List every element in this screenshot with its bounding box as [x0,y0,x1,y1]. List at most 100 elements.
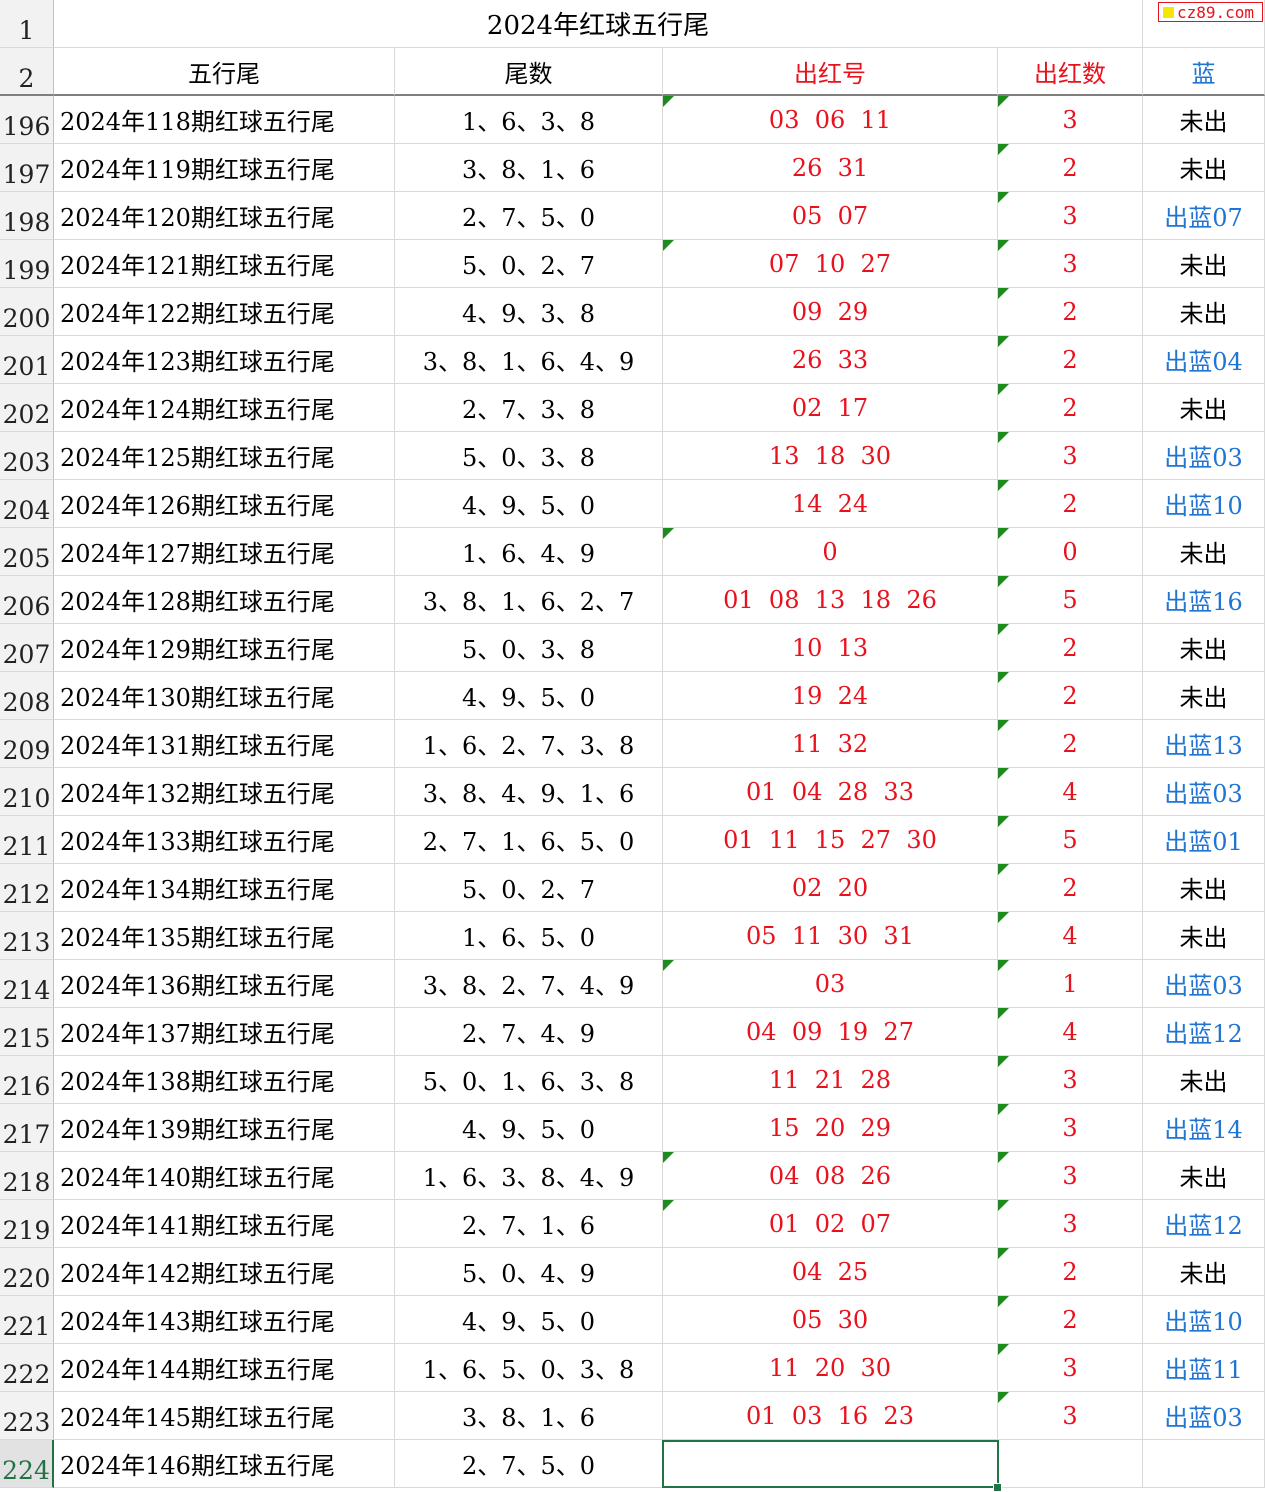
row-header-198[interactable]: 198 [0,192,54,240]
cell-tail[interactable]: 5、0、3、8 [395,624,663,672]
row-header-214[interactable]: 214 [0,960,54,1008]
cell-period[interactable]: 2024年143期红球五行尾 [54,1296,395,1344]
cell-period[interactable]: 2024年123期红球五行尾 [54,336,395,384]
cell-period[interactable]: 2024年124期红球五行尾 [54,384,395,432]
cell-tail[interactable]: 4、9、3、8 [395,288,663,336]
cell-blue[interactable]: 未出 [1143,1248,1265,1296]
cell-blue[interactable]: 未出 [1143,624,1265,672]
cell-blue[interactable]: 未出 [1143,384,1265,432]
cell-red-numbers[interactable]: 0 [663,528,998,576]
cell-period[interactable]: 2024年120期红球五行尾 [54,192,395,240]
cell-blue[interactable]: 未出 [1143,1152,1265,1200]
cell-blue[interactable]: 出蓝03 [1143,432,1265,480]
cell-period[interactable]: 2024年127期红球五行尾 [54,528,395,576]
cell-period[interactable]: 2024年145期红球五行尾 [54,1392,395,1440]
cell-blue[interactable] [1143,1440,1265,1488]
cell-red-count[interactable]: 3 [998,96,1143,144]
row-header-204[interactable]: 204 [0,480,54,528]
cell-blue[interactable]: 出蓝11 [1143,1344,1265,1392]
cell-red-numbers[interactable]: 07 10 27 [663,240,998,288]
row-header-206[interactable]: 206 [0,576,54,624]
cell-blue[interactable]: 未出 [1143,1056,1265,1104]
cell-red-numbers[interactable]: 01 08 13 18 26 [663,576,998,624]
cell-period[interactable]: 2024年122期红球五行尾 [54,288,395,336]
cell-tail[interactable]: 2、7、3、8 [395,384,663,432]
cell-red-numbers[interactable]: 13 18 30 [663,432,998,480]
cell-red-count[interactable]: 4 [998,912,1143,960]
row-header-220[interactable]: 220 [0,1248,54,1296]
cell-red-numbers[interactable]: 04 08 26 [663,1152,998,1200]
cell-red-numbers[interactable]: 11 21 28 [663,1056,998,1104]
cell-red-count[interactable]: 3 [998,1392,1143,1440]
cell-red-count[interactable]: 3 [998,1056,1143,1104]
cell-period[interactable]: 2024年137期红球五行尾 [54,1008,395,1056]
cell-blue[interactable]: 出蓝13 [1143,720,1265,768]
cell-period[interactable]: 2024年141期红球五行尾 [54,1200,395,1248]
cell-blue[interactable]: 出蓝10 [1143,480,1265,528]
cell-tail[interactable]: 1、6、5、0 [395,912,663,960]
cell-red-count[interactable]: 2 [998,144,1143,192]
cell-blue[interactable]: 未出 [1143,672,1265,720]
cell-red-count[interactable]: 2 [998,384,1143,432]
cell-red-numbers[interactable]: 03 [663,960,998,1008]
cell-tail[interactable]: 4、9、5、0 [395,1104,663,1152]
cell-tail[interactable]: 1、6、3、8 [395,96,663,144]
row-header-1[interactable]: 1 [0,0,54,48]
cell-tail[interactable]: 1、6、3、8、4、9 [395,1152,663,1200]
cell-red-numbers[interactable]: 11 20 30 [663,1344,998,1392]
cell-tail[interactable]: 1、6、4、9 [395,528,663,576]
cell-red-count[interactable]: 1 [998,960,1143,1008]
cell-red-numbers[interactable]: 15 20 29 [663,1104,998,1152]
cell-red-count[interactable]: 5 [998,816,1143,864]
cell-period[interactable]: 2024年135期红球五行尾 [54,912,395,960]
cell-red-count[interactable]: 0 [998,528,1143,576]
cell-red-numbers[interactable]: 02 20 [663,864,998,912]
cell-period[interactable]: 2024年134期红球五行尾 [54,864,395,912]
row-header-201[interactable]: 201 [0,336,54,384]
cell-period[interactable]: 2024年119期红球五行尾 [54,144,395,192]
row-header-208[interactable]: 208 [0,672,54,720]
row-header-223[interactable]: 223 [0,1392,54,1440]
cell-red-numbers[interactable]: 01 04 28 33 [663,768,998,816]
cell-tail[interactable]: 1、6、2、7、3、8 [395,720,663,768]
cell-red-count[interactable]: 2 [998,1248,1143,1296]
row-header-196[interactable]: 196 [0,96,54,144]
cell-period[interactable]: 2024年118期红球五行尾 [54,96,395,144]
row-header-205[interactable]: 205 [0,528,54,576]
cell-period[interactable]: 2024年126期红球五行尾 [54,480,395,528]
row-header-221[interactable]: 221 [0,1296,54,1344]
cell-red-numbers[interactable]: 14 24 [663,480,998,528]
cell-tail[interactable]: 2、7、1、6、5、0 [395,816,663,864]
row-header-197[interactable]: 197 [0,144,54,192]
cell-period[interactable]: 2024年144期红球五行尾 [54,1344,395,1392]
cell-red-count[interactable]: 3 [998,1152,1143,1200]
cell-red-numbers[interactable]: 11 32 [663,720,998,768]
cell-period[interactable]: 2024年142期红球五行尾 [54,1248,395,1296]
cell-blue[interactable]: 未出 [1143,912,1265,960]
cell-blue[interactable]: 出蓝12 [1143,1200,1265,1248]
row-header-218[interactable]: 218 [0,1152,54,1200]
cell-blue[interactable]: 出蓝16 [1143,576,1265,624]
row-header-219[interactable]: 219 [0,1200,54,1248]
row-header-212[interactable]: 212 [0,864,54,912]
cell-period[interactable]: 2024年146期红球五行尾 [54,1440,395,1488]
cell-blue[interactable]: 出蓝12 [1143,1008,1265,1056]
cell-blue[interactable]: 未出 [1143,144,1265,192]
row-header-200[interactable]: 200 [0,288,54,336]
cell-red-count[interactable]: 2 [998,336,1143,384]
cell-blue[interactable]: 出蓝03 [1143,1392,1265,1440]
cell-tail[interactable]: 5、0、1、6、3、8 [395,1056,663,1104]
row-header-215[interactable]: 215 [0,1008,54,1056]
header-chuhongshu[interactable]: 出红数 [998,48,1143,96]
sheet-title[interactable]: 2024年红球五行尾 [54,0,1143,48]
cell-period[interactable]: 2024年133期红球五行尾 [54,816,395,864]
cell-period[interactable]: 2024年138期红球五行尾 [54,1056,395,1104]
cell-tail[interactable]: 3、8、2、7、4、9 [395,960,663,1008]
row-header-209[interactable]: 209 [0,720,54,768]
cell-red-count[interactable]: 3 [998,1200,1143,1248]
cell-red-count[interactable]: 4 [998,768,1143,816]
cell-red-numbers[interactable]: 01 02 07 [663,1200,998,1248]
cell-tail[interactable]: 3、8、4、9、1、6 [395,768,663,816]
header-weishu[interactable]: 尾数 [395,48,663,96]
cell-period[interactable]: 2024年136期红球五行尾 [54,960,395,1008]
